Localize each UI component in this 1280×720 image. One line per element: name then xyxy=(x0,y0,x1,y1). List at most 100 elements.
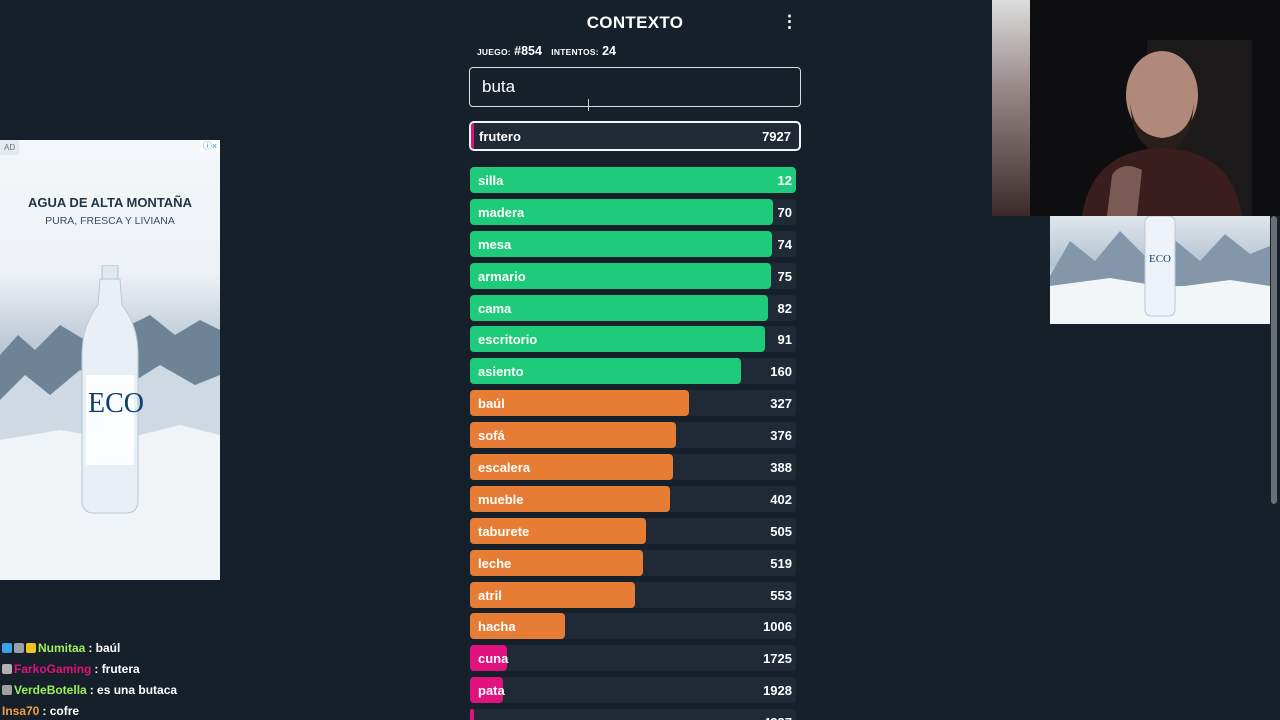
chat-username[interactable]: Insa70 xyxy=(2,702,39,720)
latest-guess-accent xyxy=(471,123,474,149)
guess-rank: 70 xyxy=(777,204,792,220)
more-options-icon[interactable]: ⋮ xyxy=(781,12,798,32)
guess-proximity-bar xyxy=(470,230,772,257)
chat-text: : frutera xyxy=(94,661,140,676)
guess-rank: 160 xyxy=(770,364,792,380)
ad-headline: AGUA DE ALTA MONTAÑA xyxy=(28,195,192,210)
stream-chat: Numitaa: baúl FarkoGaming: frutera VerdeBo… xyxy=(2,637,302,720)
guess-word: cuna xyxy=(478,651,509,667)
guess-rank: 519 xyxy=(770,555,792,571)
right-advertisement[interactable]: ECO xyxy=(1050,216,1270,324)
chat-message: VerdeBotella: es una butaca xyxy=(2,679,302,700)
ad-subheadline: PURA, FRESCA Y LIVIANA xyxy=(45,215,175,227)
guess-row: mueble 402 xyxy=(470,485,796,512)
guess-rank: 1006 xyxy=(763,619,792,635)
guess-word: madera xyxy=(478,204,525,220)
guess-rank: 1928 xyxy=(763,683,792,699)
guess-word: leche xyxy=(478,555,512,571)
guess-row: escritorio 91 xyxy=(470,326,796,353)
guess-rank: 74 xyxy=(777,236,792,252)
guess-word: pata xyxy=(478,683,505,699)
guess-word: asiento xyxy=(478,364,524,380)
latest-guess-rank: 7927 xyxy=(762,129,791,144)
chat-username[interactable]: Numitaa xyxy=(38,639,85,657)
ad-tag: AD xyxy=(0,140,20,155)
page-title: CONTEXTO xyxy=(586,13,684,32)
left-advertisement[interactable]: AD ⓘ× AGUA DE ALTA MONTAÑA PURA, FRESCA … xyxy=(0,140,220,580)
guess-row: mesa 74 xyxy=(470,230,796,257)
page-scrollbar[interactable] xyxy=(1271,216,1277,504)
guess-rank: 376 xyxy=(770,428,792,444)
game-number-label: JUEGO: xyxy=(477,47,511,57)
guess-row: cama 82 xyxy=(470,294,796,321)
guess-rank: 4237 xyxy=(763,715,792,720)
svg-text:ECO: ECO xyxy=(1149,253,1171,265)
guess-row: madera 70 xyxy=(470,198,796,225)
streamer-image xyxy=(1082,40,1252,216)
game-info: JUEGO: #854 INTENTOS: 24 xyxy=(477,44,622,58)
guess-rank: 91 xyxy=(777,332,792,348)
latest-guess-word: frutero xyxy=(479,129,521,144)
guess-rank: 388 xyxy=(770,460,792,476)
guess-row: 4237 xyxy=(470,709,796,720)
guess-row: hacha 1006 xyxy=(470,613,796,640)
guess-rank: 82 xyxy=(777,300,792,316)
guess-input-wrapper[interactable] xyxy=(469,67,801,107)
chat-username[interactable]: VerdeBotella xyxy=(14,681,87,699)
guess-word: mesa xyxy=(478,236,512,252)
guess-proximity-bar xyxy=(470,294,769,321)
guess-row: escalera 388 xyxy=(470,454,796,481)
guess-rank: 402 xyxy=(770,491,792,507)
guess-list: silla 12 madera 70 mesa 74 armario 75 cama 82 escr… xyxy=(470,167,796,720)
chat-badge-icon xyxy=(2,663,12,674)
guess-row: pata 1928 xyxy=(470,677,796,704)
chat-text: : es una butaca xyxy=(89,682,178,697)
webcam-background-light xyxy=(992,0,1030,216)
chat-message: Insa70: cofre xyxy=(2,700,302,720)
guess-row: leche 519 xyxy=(470,549,796,576)
chat-text: : cofre xyxy=(42,703,80,718)
guess-rank: 505 xyxy=(770,523,792,539)
guess-word: taburete xyxy=(478,523,530,539)
ad-brand-logo: ECO xyxy=(88,388,144,419)
chat-badge-icon xyxy=(2,642,12,653)
guess-word: silla xyxy=(478,173,504,188)
guess-row: sofá 376 xyxy=(470,422,796,449)
guess-word: escalera xyxy=(478,460,531,476)
guess-word: escritorio xyxy=(478,332,538,348)
chat-badge-icon xyxy=(14,642,24,653)
guess-proximity-bar xyxy=(470,167,796,193)
guess-word: mueble xyxy=(478,491,524,507)
attempts-count: 24 xyxy=(602,44,616,58)
chat-message: Numitaa: baúl xyxy=(2,637,302,658)
guess-row: baúl 327 xyxy=(470,390,796,417)
guess-row: atril 553 xyxy=(470,581,796,608)
guess-rank: 1725 xyxy=(763,651,792,667)
latest-guess: frutero 7927 xyxy=(469,121,801,151)
game-number: #854 xyxy=(514,44,542,58)
text-cursor-icon xyxy=(588,99,590,111)
chat-username[interactable]: FarkoGaming xyxy=(14,660,91,678)
guess-row: silla 12 xyxy=(470,167,796,193)
chat-badge-icon xyxy=(2,684,12,695)
streamer-webcam xyxy=(992,0,1280,216)
chat-badge-icon xyxy=(26,642,36,653)
guess-word: cama xyxy=(478,300,512,316)
chat-text: : baúl xyxy=(88,640,121,655)
guess-rank: 553 xyxy=(770,587,792,603)
guess-word: hacha xyxy=(478,619,516,635)
attempts-label: INTENTOS: xyxy=(551,47,599,57)
guess-rank: 12 xyxy=(777,173,792,188)
guess-proximity-bar xyxy=(470,709,474,720)
ad-info-icon[interactable]: ⓘ× xyxy=(200,140,220,152)
guess-word: baúl xyxy=(478,396,505,412)
guess-row: taburete 505 xyxy=(470,517,796,544)
guess-row: cuna 1725 xyxy=(470,645,796,672)
guess-rank: 75 xyxy=(777,268,792,284)
chat-message: FarkoGaming: frutera xyxy=(2,658,302,679)
guess-word: sofá xyxy=(478,428,505,444)
guess-row: asiento 160 xyxy=(470,358,796,385)
guess-word: atril xyxy=(478,587,502,603)
guess-row: armario 75 xyxy=(470,262,796,289)
guess-input[interactable] xyxy=(470,68,800,106)
